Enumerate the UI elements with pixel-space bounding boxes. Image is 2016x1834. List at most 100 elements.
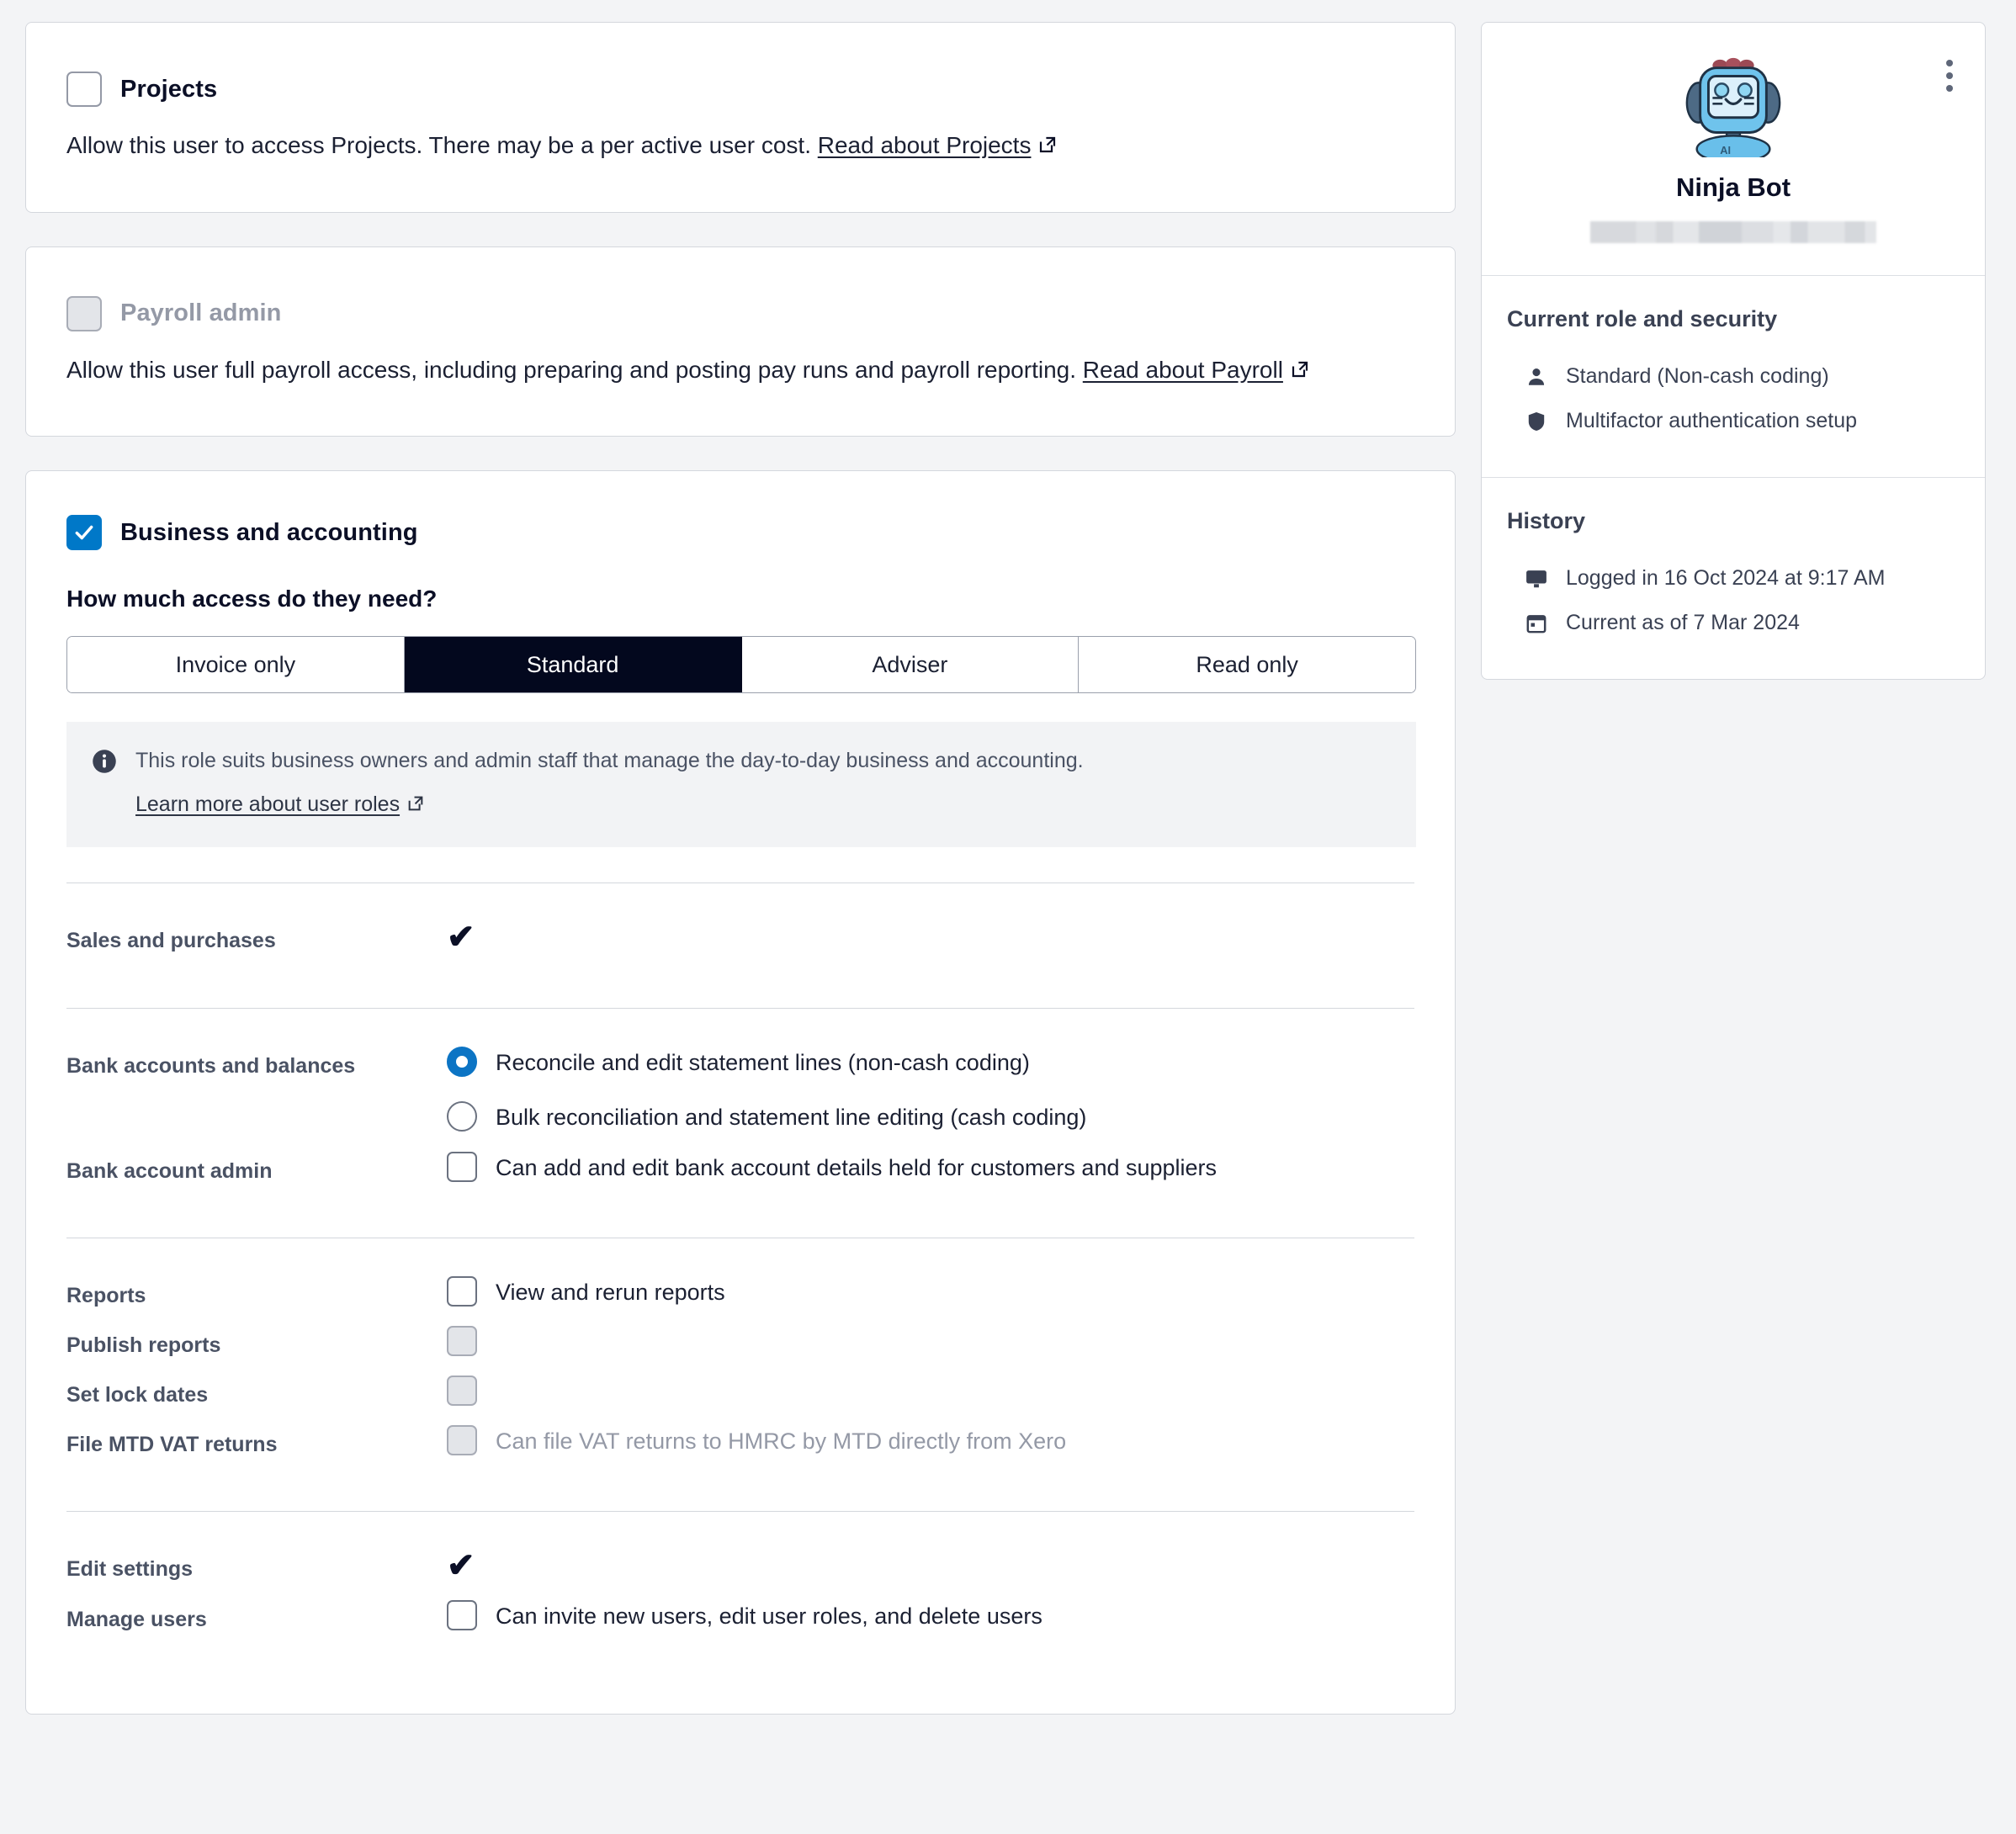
checkbox-option-manage-users[interactable]: Can invite new users, edit user roles, a…: [447, 1598, 1414, 1632]
role-info-banner: This role suits business owners and admi…: [66, 722, 1416, 848]
radio-option-label: Bulk reconciliation and statement line e…: [496, 1105, 1087, 1131]
permission-label: Publish reports: [66, 1333, 221, 1358]
access-tab-standard[interactable]: Standard: [404, 637, 742, 693]
payroll-admin-card: Payroll admin Allow this user full payro…: [25, 246, 1456, 437]
permission-row-bank-accounts-and-balances: Bank accounts and balances Reconcile and…: [66, 1037, 1414, 1142]
info-icon: [92, 749, 117, 822]
projects-description-text: Allow this user to access Projects. Ther…: [66, 132, 818, 158]
checkbox[interactable]: [447, 1151, 477, 1182]
permissions-column: Projects Allow this user to access Proje…: [25, 22, 1456, 1715]
business-accounting-checkbox-row[interactable]: Business and accounting: [66, 515, 1414, 551]
permission-row-reports: Reports View and rerun reports: [66, 1267, 1414, 1317]
radio-option-non-cash-coding[interactable]: Reconcile and edit statement lines (non-…: [447, 1044, 1414, 1079]
checkbox-option-set-lock-dates: [447, 1373, 1414, 1407]
access-tab-invoice-only[interactable]: Invoice only: [67, 637, 405, 693]
user-name: Ninja Bot: [1675, 172, 1791, 202]
history-item-current-as-of: Current as of 7 Mar 2024: [1507, 601, 1960, 645]
check-icon: ✔: [447, 1547, 475, 1585]
svg-text:AI: AI: [1720, 144, 1731, 156]
permission-label: Bank accounts and balances: [66, 1054, 356, 1079]
projects-checkbox[interactable]: [66, 72, 102, 107]
user-summary-sidebar: AI Ninja Bot Current role and security S…: [1481, 22, 1986, 680]
checkbox-option-view-rerun-reports[interactable]: View and rerun reports: [447, 1274, 1414, 1308]
payroll-admin-checkbox: [66, 295, 102, 331]
role-info-text: This role suits business owners and admi…: [135, 749, 1084, 773]
read-about-projects-label: Read about Projects: [817, 132, 1032, 158]
permission-group-sales: Sales and purchases ✔: [66, 883, 1414, 976]
read-about-payroll-label: Read about Payroll: [1082, 356, 1283, 383]
kebab-dot: [1946, 85, 1953, 92]
section-title: History: [1507, 508, 1586, 533]
redacted-email: [1590, 221, 1876, 243]
permission-label: Sales and purchases: [66, 929, 276, 953]
radio-option-label: Reconcile and edit statement lines (non-…: [496, 1050, 1030, 1076]
permission-control: Can add and edit bank account details he…: [445, 1149, 1414, 1184]
history-section: History Logged in 16 Oct 2024 at 9:17 AM: [1482, 478, 1985, 679]
projects-card: Projects Allow this user to access Proje…: [25, 22, 1456, 213]
permission-control: View and rerun reports: [445, 1274, 1414, 1308]
permission-label: Set lock dates: [66, 1383, 209, 1407]
permission-control: Reconcile and edit statement lines (non-…: [445, 1044, 1414, 1134]
radio-button[interactable]: [447, 1047, 477, 1078]
permission-label: File MTD VAT returns: [66, 1433, 278, 1457]
person-icon: [1524, 366, 1549, 388]
current-role-and-security-section: Current role and security Standard (Non-…: [1482, 276, 1985, 478]
learn-more-user-roles-link[interactable]: Learn more about user roles: [135, 789, 400, 821]
history-item-label: Logged in 16 Oct 2024 at 9:17 AM: [1566, 566, 1886, 590]
permission-label: Bank account admin: [66, 1158, 273, 1183]
permission-row-file-mtd-vat-returns: File MTD VAT returns Can file VAT return…: [66, 1416, 1414, 1479]
permission-group-bank: Bank accounts and balances Reconcile and…: [66, 1008, 1414, 1206]
radio-option-cash-coding[interactable]: Bulk reconciliation and statement line e…: [447, 1099, 1414, 1133]
checkbox-option-bank-account-admin[interactable]: Can add and edit bank account details he…: [447, 1149, 1414, 1184]
checkbox-option-label: Can invite new users, edit user roles, a…: [496, 1603, 1042, 1630]
projects-description: Allow this user to access Projects. Ther…: [66, 129, 1414, 165]
check-icon: [75, 525, 93, 540]
role-item-standard: Standard (Non-cash coding): [1507, 354, 1960, 399]
kebab-dot: [1946, 72, 1953, 79]
permission-label: Edit settings: [66, 1557, 194, 1582]
payroll-description-text: Allow this user full payroll access, inc…: [66, 356, 1083, 383]
payroll-description: Allow this user full payroll access, inc…: [66, 353, 1414, 390]
read-about-payroll-link[interactable]: Read about Payroll: [1083, 357, 1283, 383]
access-question: How much access do they need?: [66, 586, 438, 612]
checkbox[interactable]: [447, 1275, 477, 1307]
access-tab-adviser[interactable]: Adviser: [741, 637, 1080, 693]
checkbox-option-label: Can add and edit bank account details he…: [496, 1154, 1218, 1180]
kebab-dot: [1946, 60, 1953, 66]
role-info-body: This role suits business owners and admi…: [135, 745, 1084, 822]
business-accounting-card: Business and accounting How much access …: [25, 470, 1456, 1715]
access-level-segmented-control[interactable]: Invoice only Standard Adviser Read only: [66, 636, 1416, 694]
radio-button[interactable]: [447, 1101, 477, 1132]
business-accounting-label: Business and accounting: [120, 518, 418, 546]
robot-avatar-icon: AI: [1680, 51, 1786, 164]
projects-checkbox-row[interactable]: Projects: [66, 72, 1414, 107]
permission-row-publish-reports: Publish reports: [66, 1317, 1414, 1366]
read-about-projects-link[interactable]: Read about Projects: [818, 132, 1032, 158]
kebab-menu-icon[interactable]: [1943, 56, 1956, 95]
projects-label: Projects: [120, 75, 218, 103]
checkbox-option-label: Can file VAT returns to HMRC by MTD dire…: [496, 1429, 1067, 1455]
permission-control: ✔: [445, 919, 1414, 954]
monitor-icon: [1524, 567, 1549, 591]
payroll-checkbox-row: Payroll admin: [66, 295, 1414, 331]
external-link-icon: [1290, 355, 1310, 390]
section-title: Current role and security: [1507, 306, 1778, 331]
user-permissions-page: Projects Allow this user to access Proje…: [0, 0, 2016, 1834]
checkbox-option-publish-reports: [447, 1323, 1414, 1357]
access-tab-read-only[interactable]: Read only: [1079, 637, 1415, 693]
permission-control: [445, 1373, 1414, 1407]
payroll-admin-label: Payroll admin: [120, 299, 282, 327]
permission-row-bank-account-admin: Bank account admin Can add and edit bank…: [66, 1142, 1414, 1206]
role-item-label: Standard (Non-cash coding): [1566, 364, 1829, 388]
permission-label: Manage users: [66, 1608, 207, 1632]
checkbox: [447, 1326, 477, 1357]
permission-control: ✔: [445, 1547, 1414, 1582]
external-link-icon: [406, 791, 425, 823]
external-link-icon: [1037, 130, 1058, 165]
checkbox[interactable]: [447, 1600, 477, 1631]
checkbox-option-label: View and rerun reports: [496, 1279, 725, 1305]
shield-icon: [1524, 411, 1549, 432]
business-accounting-checkbox[interactable]: [66, 515, 102, 551]
permission-row-set-lock-dates: Set lock dates: [66, 1366, 1414, 1416]
permission-control: Can file VAT returns to HMRC by MTD dire…: [445, 1423, 1414, 1457]
